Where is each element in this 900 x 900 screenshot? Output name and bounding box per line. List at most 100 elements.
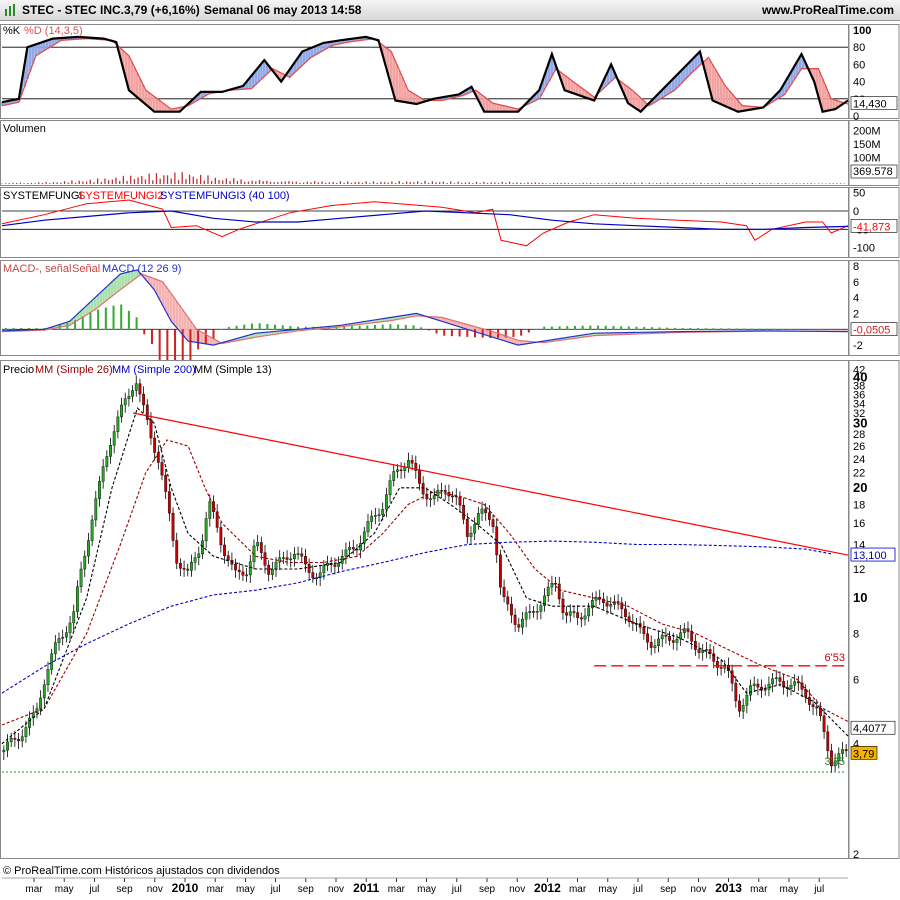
price-candle-body [565,612,569,616]
price-candle-body [407,460,410,468]
price-candle-body [289,558,293,561]
price-candle-body [624,608,627,617]
macd-legend-a: MACD-, señal [3,263,71,275]
footer-text: © ProRealTime.com Históricos ajustados c… [3,865,280,877]
price-x-tick-label: mar [388,884,406,895]
price-x-tick-label: nov [147,884,163,895]
price-candle-body [657,638,660,646]
price-candle-body [844,749,848,751]
price-candle-body [671,640,675,643]
price-candle-body [719,667,723,669]
price-candle-body [807,696,811,705]
price-x-tick-label: 2012 [534,881,561,895]
price-candle-body [704,649,708,651]
volume-last-value: 369.578 [853,166,893,178]
price-candle-body [517,624,521,628]
price-candle-body [337,563,340,567]
price-candle-body [392,471,396,481]
price-candle-body [204,518,208,542]
price-legend-sma13: MM (Simple 13) [194,364,272,376]
price-candle-body [620,602,624,610]
price-candle-body [373,515,377,517]
price-x-tick-label: may [780,884,799,895]
stochastic-legend-k: %K [3,25,21,37]
chart-canvas[interactable]: 100 80 60 40 20 0 %K%D (14,3,5) 14,430 Volumen 20… [0,20,900,900]
systemfungi-legend-b: SYSTEMFUNGI2 [78,190,164,202]
stochastic-tick-label: 40 [853,77,865,89]
price-candle-body [793,681,797,686]
macd-legend-c: MACD (12 26 9) [102,263,181,275]
price-candle-body [366,521,370,533]
price-panel-frame [0,360,849,859]
price-candle-body [646,633,649,643]
price-x-tick-label: may [417,884,436,895]
price-candle-body [587,607,591,617]
price-candle-body [123,398,127,406]
price-sma26-value: 4,4077 [853,723,887,735]
price-legend-price: Precio [3,364,34,376]
price-candle-body [440,490,443,492]
price-candle-body [778,677,782,682]
macd-legend-b: Señal [72,263,100,275]
price-candle-body [499,554,502,588]
price-x-tick-label: sep [479,884,496,895]
price-candle-body [348,547,351,551]
price-x-tick-label: mar [25,884,43,895]
price-candle-body [796,681,800,684]
price-legend-sma26: MM (Simple 26) [35,364,113,376]
macd-tick-label: 8 [853,261,859,273]
price-candle-body [2,749,6,753]
volume-tick-label: 100M [853,152,881,164]
price-x-tick-label: jul [270,884,281,895]
price-candle-body [219,527,223,546]
price-candle-body [234,564,237,571]
site-link[interactable]: www.ProRealTime.com [762,3,894,17]
systemfungi-legend-a: SYSTEMFUNGI [3,190,82,202]
price-candle-body [175,540,179,564]
price-tick-label: 28 [853,429,865,441]
price-candle-body [285,557,289,560]
price-candle-body [579,617,583,620]
price-candle-body [429,498,432,500]
price-candle-body [112,431,116,446]
price-x-tick-label: 2010 [172,881,199,895]
price-candle-body [293,553,296,560]
price-candle-body [186,568,190,571]
price-candle-body [458,496,462,506]
price-candle-body [267,565,271,575]
price-candle-body [653,645,657,648]
price-x-tick-label: 2013 [715,881,742,895]
price-candle-body [410,460,414,464]
price-x-tick-label: sep [298,884,315,895]
price-candle-body [42,684,46,699]
price-candle-body [513,614,517,625]
price-candle-body [160,462,164,476]
price-candle-body [351,547,355,550]
price-candle-body [815,706,819,709]
price-candle-body [131,390,134,397]
price-candle-body [193,557,197,563]
price-x-tick-label: nov [509,884,525,895]
price-candle-body [241,571,245,576]
price-candle-body [197,553,201,558]
price-x-tick-label: nov [690,884,706,895]
price-candle-body [127,396,131,399]
price-candle-body [510,603,513,616]
price-candle-body [675,638,679,643]
price-tick-label: 6 [853,674,859,686]
price-candle-body [716,661,719,668]
price-tick-label: 8 [853,628,859,640]
price-candle-body [668,636,672,641]
stochastic-legend-d: %D (14,3,5) [24,25,83,37]
stochastic-last-value: 14,430 [853,99,887,111]
price-candle-body [473,524,477,534]
price-candle-body [480,508,484,514]
price-candle-body [756,683,760,688]
price-candle-body [17,739,20,742]
systemfungi-tick-label: 50 [853,188,865,200]
price-candle-body [826,731,830,751]
symbol-title: STEC - STEC INC. [22,3,125,17]
price-candle-body [138,383,142,395]
price-candle-body [679,632,683,640]
price-candle-body [524,612,528,620]
